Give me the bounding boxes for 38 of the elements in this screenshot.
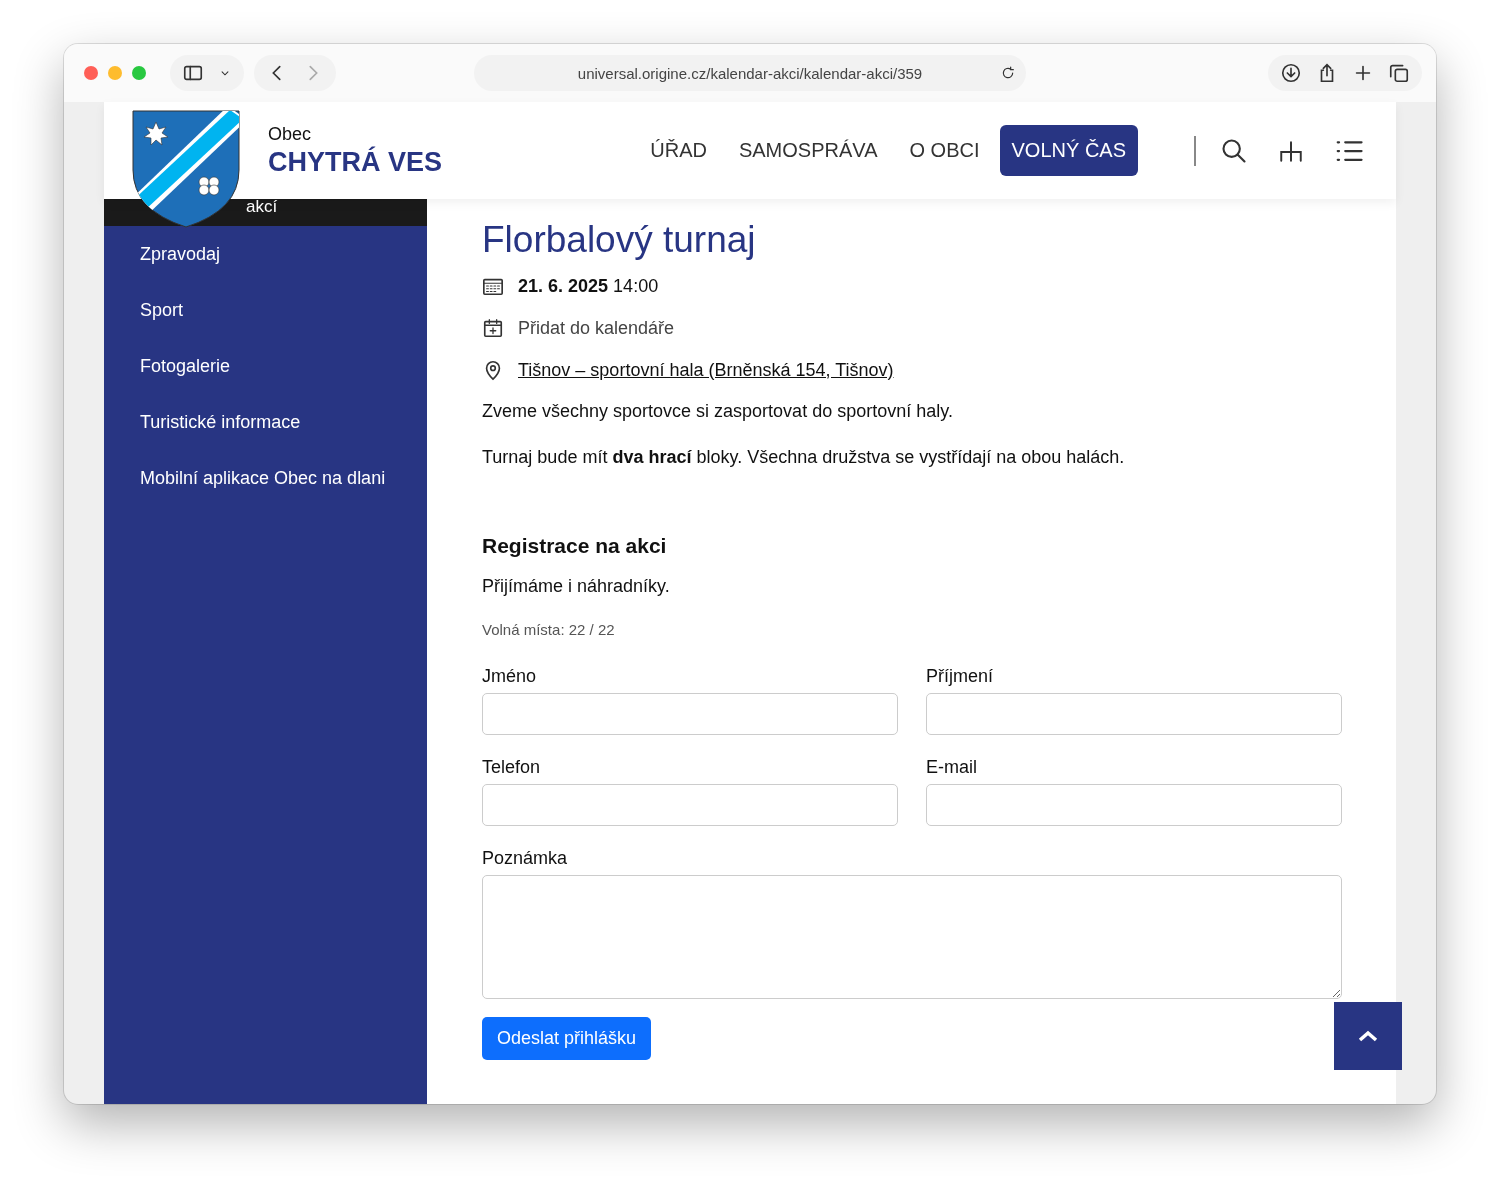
registration-heading: Registrace na akci bbox=[482, 534, 668, 558]
input-field[interactable] bbox=[482, 693, 898, 735]
capacity-text: Volná místa: 22 / 22 bbox=[482, 621, 616, 638]
event-title: Florbalový turnaj bbox=[482, 219, 757, 261]
field-label: E-mail bbox=[926, 757, 978, 778]
event-description: Turnaj bude mít dva hrací bloky. Všechna družstva se vystřídají na obou halách. bbox=[482, 447, 1126, 468]
input-field[interactable] bbox=[926, 784, 1342, 826]
submit-button[interactable]: Odeslat přihlášku bbox=[482, 1017, 652, 1060]
calendar-plus-icon[interactable] bbox=[482, 317, 504, 339]
close-button[interactable] bbox=[84, 66, 98, 80]
download-icon[interactable] bbox=[1280, 62, 1302, 84]
event-datetime: 21. 6. 2025 14:00 bbox=[518, 275, 659, 297]
field-label: Telefon bbox=[482, 757, 542, 778]
site-label: Obec bbox=[268, 123, 313, 145]
field-label: Poznámka bbox=[482, 848, 569, 869]
field-label: Jméno bbox=[482, 666, 538, 687]
nav-item[interactable]: ÚŘAD bbox=[638, 125, 719, 176]
reload-icon[interactable] bbox=[1000, 65, 1016, 81]
chevron-up-icon bbox=[1357, 1029, 1379, 1043]
event-description: Zveme všechny sportovce si zasportovat do sportovní haly. bbox=[482, 401, 954, 422]
sidebar-item[interactable]: Zpravodaj bbox=[104, 226, 427, 282]
sidebar-item[interactable]: Sport bbox=[104, 282, 427, 338]
sidebar-item[interactable]: Fotogalerie bbox=[104, 338, 427, 394]
input-field[interactable] bbox=[482, 784, 898, 826]
registration-note: Přijímáme i náhradníky. bbox=[482, 576, 671, 597]
sidebar-item[interactable]: Mobilní aplikace Obec na dlani bbox=[104, 450, 427, 506]
note-field[interactable] bbox=[482, 875, 1342, 999]
nav-item[interactable]: O OBCI bbox=[897, 125, 992, 176]
tabs-icon[interactable] bbox=[1388, 62, 1410, 84]
location-link[interactable]: Tišnov – sportovní hala (Brněnská 154, Tišnov) bbox=[518, 359, 894, 381]
site-name[interactable]: CHYTRÁ VES bbox=[268, 146, 443, 178]
add-to-calendar-link[interactable]: Přidat do kalendáře bbox=[518, 317, 675, 339]
sidebar-item[interactable]: Turistické informace bbox=[104, 394, 427, 450]
field-label: Příjmení bbox=[926, 666, 995, 687]
nav-item[interactable]: VOLNÝ ČAS bbox=[999, 125, 1138, 176]
search-icon[interactable] bbox=[1220, 136, 1248, 165]
nav-item[interactable]: SAMOSPRÁVA bbox=[726, 125, 890, 176]
input-field[interactable] bbox=[926, 693, 1342, 735]
